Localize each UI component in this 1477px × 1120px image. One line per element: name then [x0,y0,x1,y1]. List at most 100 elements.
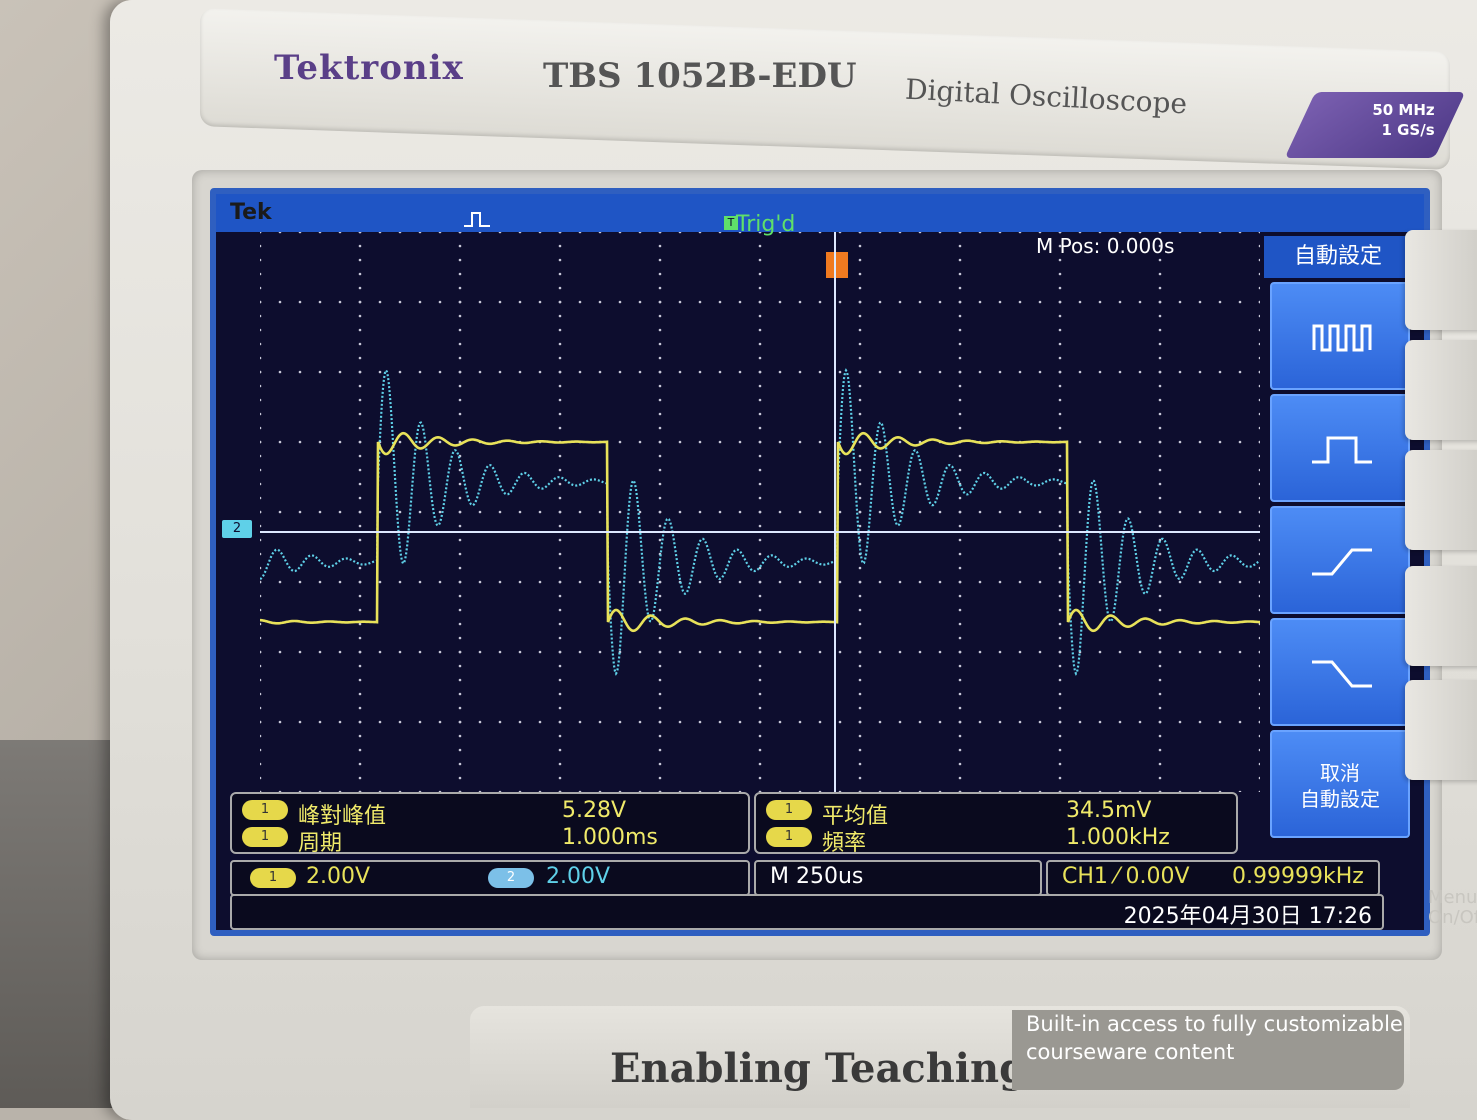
graticule-dot [458,748,462,752]
graticule-dot [578,232,582,234]
graticule-dot [738,720,742,724]
graticule-dot [260,370,262,374]
graticule-dot [1258,440,1260,444]
graticule-dot [1058,496,1062,500]
graticule-dot [618,370,622,374]
graticule-dot [958,664,962,668]
graticule-dot [718,440,722,444]
graticule-dot [418,720,422,724]
graticule-dot [898,650,902,654]
autoset-multi-cycle-button[interactable] [1270,282,1410,390]
graticule-dot [1058,594,1062,598]
graticule-dot [998,510,1002,514]
graticule-dot [778,440,782,444]
side-button-1[interactable] [1405,230,1477,330]
graticule-dot [578,370,582,374]
graticule-dot [738,650,742,654]
graticule-dot [658,748,662,752]
graticule-dot [638,232,642,234]
graticule-dot [1158,734,1162,738]
graticule-dot [1058,482,1062,486]
graticule-dot [558,258,562,262]
graticule-dot [1058,244,1062,248]
graticule-dot [838,232,842,234]
graticule-dot [1258,258,1260,262]
graticule-dot [1258,426,1260,430]
side-button-4[interactable] [1405,566,1477,666]
graticule-dot [398,650,402,654]
graticule-dot [358,664,362,668]
graticule-dot [1138,650,1142,654]
graticule-dot [298,510,302,514]
graticule-dot [458,706,462,710]
graticule-dot [638,580,642,584]
graticule-dot [260,356,262,360]
cancel-autoset-button[interactable]: 取消 自動設定 [1270,730,1410,838]
graticule-dot [798,720,802,724]
graticule-dot [1078,232,1082,234]
graticule-dot [1258,580,1260,584]
graticule-dot [1058,356,1062,360]
graticule-dot [1058,454,1062,458]
graticule-dot [558,232,562,234]
graticule-dot [678,650,682,654]
channel-scale-bar: 1 2.00V 2 2.00V [230,860,750,896]
graticule-dot [1198,440,1202,444]
graticule-dot [358,342,362,346]
graticule-dot [758,678,762,682]
graticule-dot [958,706,962,710]
graticule-dot [758,398,762,402]
autoset-falling-edge-button[interactable] [1270,618,1410,726]
graticule-dot [260,398,262,402]
graticule-dot [1058,384,1062,388]
graticule-dot [458,552,462,556]
graticule-dot [1218,650,1222,654]
graticule-dot [858,776,862,780]
graticule-dot [558,398,562,402]
graticule-dot [1258,342,1260,346]
graticule-dot [958,356,962,360]
graticule-dot [518,580,522,584]
graticule-dot [918,300,922,304]
graticule-dot [1158,356,1162,360]
graticule-dot [498,232,502,234]
graticule-dot [1158,454,1162,458]
graticule-dot [678,300,682,304]
graticule-dot [1158,636,1162,640]
graticule-dot [958,650,962,654]
spec-sample-rate: 1 GS/s [1381,121,1435,139]
graticule-dot [1078,440,1082,444]
trigger-readout: CH1 ⁄ 0.00V [1062,864,1190,889]
graticule-dot [1158,594,1162,598]
graticule-dot [718,370,722,374]
graticule-dot [1058,426,1062,430]
graticule-dot [958,734,962,738]
graticule-dot [1258,300,1260,304]
graticule-dot [758,636,762,640]
graticule-dot [858,258,862,262]
tagline: Enabling Teaching [610,1045,1028,1092]
side-button-3[interactable] [1405,450,1477,550]
graticule-dot [558,580,562,584]
graticule-dot [558,314,562,318]
graticule-dot [958,342,962,346]
graticule-dot [838,720,842,724]
graticule-dot [978,580,982,584]
autoset-single-cycle-button[interactable] [1270,394,1410,502]
measurement-name: 周期 [298,831,343,856]
graticule-dot [358,594,362,598]
graticule-dot [718,580,722,584]
graticule-dot [958,720,962,724]
graticule-dot [338,580,342,584]
graticule-dot [338,720,342,724]
graticule-dot [558,356,562,360]
graticule-dot [378,370,382,374]
autoset-rising-edge-button[interactable] [1270,506,1410,614]
side-button-5[interactable] [1405,680,1477,780]
graticule-dot [1038,510,1042,514]
side-button-2[interactable] [1405,340,1477,440]
graticule-dot [558,342,562,346]
graticule-dot [658,650,662,654]
graticule-dot [518,370,522,374]
graticule-dot [378,232,382,234]
